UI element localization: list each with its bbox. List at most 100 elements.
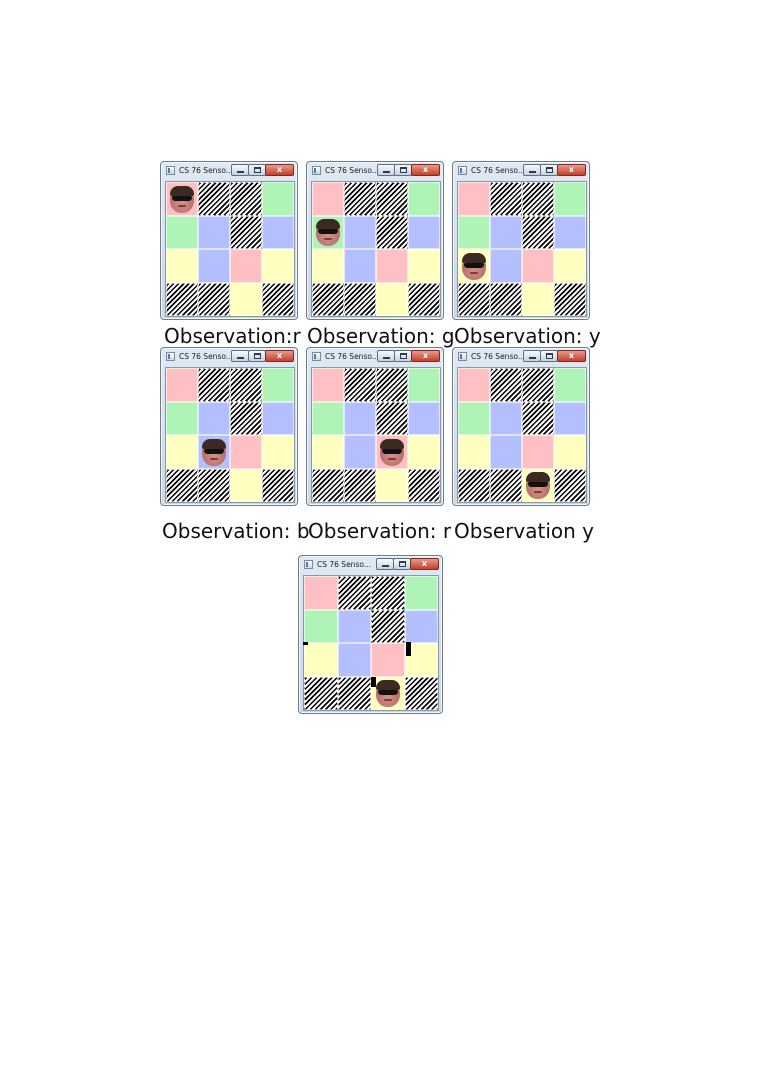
robot-hair bbox=[462, 252, 486, 263]
observation-caption-6: Observation y bbox=[454, 519, 594, 543]
close-button[interactable]: x bbox=[265, 164, 294, 176]
minimize-icon bbox=[529, 357, 536, 359]
robot-mouth bbox=[324, 238, 332, 241]
sensor-window-1: CS 76 Senso... x bbox=[160, 161, 298, 320]
title-bar[interactable]: CS 76 Senso... x bbox=[161, 162, 297, 180]
robot-shades bbox=[204, 448, 224, 454]
close-button[interactable]: x bbox=[557, 350, 586, 362]
close-button[interactable]: x bbox=[557, 164, 586, 176]
maximize-button[interactable] bbox=[248, 164, 266, 176]
maze-cell-wall bbox=[522, 368, 554, 402]
minimize-button[interactable] bbox=[231, 164, 249, 176]
maze-cell-wall bbox=[344, 468, 376, 502]
minimize-button[interactable] bbox=[377, 164, 395, 176]
maze-cell-wall bbox=[408, 468, 440, 502]
close-button[interactable]: x bbox=[411, 164, 440, 176]
minimize-button[interactable] bbox=[523, 164, 541, 176]
maze-cell-yellow bbox=[230, 282, 262, 316]
title-bar[interactable]: CS 76 Senso... x bbox=[307, 162, 443, 180]
minimize-button[interactable] bbox=[377, 350, 395, 362]
maze-cell-blue bbox=[344, 401, 376, 435]
title-bar[interactable]: CS 76 Senso... x bbox=[453, 162, 589, 180]
maze-cell-blue bbox=[262, 401, 294, 435]
maze-cell-yellow bbox=[554, 435, 586, 469]
maze-cell-wall bbox=[198, 368, 230, 402]
maze-cell-wall bbox=[230, 368, 262, 402]
minimize-button[interactable] bbox=[523, 350, 541, 362]
maze-cell-wall bbox=[522, 215, 554, 249]
maximize-button[interactable] bbox=[394, 164, 412, 176]
minimize-button[interactable] bbox=[376, 558, 394, 570]
title-bar[interactable]: CS 76 Senso... x bbox=[307, 348, 443, 366]
app-icon bbox=[166, 352, 175, 361]
window-title: CS 76 Senso... bbox=[317, 560, 371, 569]
maze-cell-wall bbox=[304, 676, 338, 710]
robot-shades bbox=[377, 690, 398, 696]
app-icon bbox=[458, 352, 467, 361]
minimize-icon bbox=[383, 357, 390, 359]
maze-cell-green bbox=[166, 401, 198, 435]
maze-cell-wall bbox=[376, 215, 408, 249]
render-glitch bbox=[303, 642, 308, 645]
maze-cell-blue bbox=[344, 435, 376, 469]
sensor-window-2: CS 76 Senso... x bbox=[306, 161, 444, 320]
maze-cell-green bbox=[312, 401, 344, 435]
maze-cell-wall bbox=[166, 282, 198, 316]
maze-grid bbox=[311, 181, 441, 317]
maze-cell-wall bbox=[198, 468, 230, 502]
maximize-button[interactable] bbox=[393, 558, 411, 570]
maze-cell-blue bbox=[404, 609, 438, 643]
maze-cell-blue bbox=[198, 435, 230, 469]
robot-hair bbox=[202, 438, 226, 449]
maze-cell-yellow bbox=[166, 249, 198, 283]
maze-cell-red bbox=[376, 435, 408, 469]
maze-cell-green bbox=[262, 182, 294, 216]
sensor-window-4: CS 76 Senso... x bbox=[160, 347, 298, 506]
maze-cell-yellow bbox=[262, 249, 294, 283]
maze-cell-wall bbox=[312, 282, 344, 316]
maze-cell-yellow bbox=[522, 282, 554, 316]
minimize-icon bbox=[237, 171, 244, 173]
maze-cell-blue bbox=[490, 435, 522, 469]
maze-cell-wall bbox=[376, 368, 408, 402]
maze-cell-red bbox=[522, 435, 554, 469]
maze-cell-blue bbox=[344, 249, 376, 283]
maze-cell-yellow bbox=[304, 643, 338, 677]
maze-cell-green bbox=[262, 368, 294, 402]
maze-cell-blue bbox=[344, 215, 376, 249]
maximize-icon bbox=[399, 561, 406, 567]
robot-shades bbox=[464, 262, 484, 268]
maze-grid bbox=[303, 575, 439, 711]
close-button[interactable]: x bbox=[265, 350, 294, 362]
close-button[interactable]: x bbox=[411, 350, 440, 362]
maze-cell-red bbox=[522, 249, 554, 283]
maze-cell-wall bbox=[262, 282, 294, 316]
maze-cell-wall bbox=[166, 468, 198, 502]
maze-cell-red bbox=[312, 368, 344, 402]
maze-cell-blue bbox=[198, 249, 230, 283]
window-title: CS 76 Senso... bbox=[325, 352, 379, 361]
robot-shades bbox=[318, 229, 338, 235]
maze-cell-wall bbox=[490, 182, 522, 216]
robot-hair bbox=[380, 438, 404, 449]
maze-cell-wall bbox=[344, 182, 376, 216]
minimize-button[interactable] bbox=[231, 350, 249, 362]
title-bar[interactable]: CS 76 Senso... x bbox=[453, 348, 589, 366]
close-button[interactable]: x bbox=[410, 558, 439, 570]
sensor-window-7: CS 76 Senso... x bbox=[298, 555, 443, 714]
maze-cell-blue bbox=[198, 401, 230, 435]
maximize-button[interactable] bbox=[540, 350, 558, 362]
maze-cell-blue bbox=[490, 401, 522, 435]
title-bar[interactable]: CS 76 Senso... x bbox=[161, 348, 297, 366]
title-bar[interactable]: CS 76 Senso... x bbox=[299, 556, 442, 574]
maze-cell-green bbox=[408, 182, 440, 216]
maximize-button[interactable] bbox=[540, 164, 558, 176]
maze-cell-red bbox=[312, 182, 344, 216]
maze-cell-red bbox=[230, 435, 262, 469]
observation-caption-1: Observation:r bbox=[164, 324, 301, 348]
maximize-button[interactable] bbox=[248, 350, 266, 362]
maze-cell-wall bbox=[230, 182, 262, 216]
maximize-button[interactable] bbox=[394, 350, 412, 362]
robot-hair bbox=[375, 680, 400, 691]
robot-mouth bbox=[470, 271, 478, 274]
